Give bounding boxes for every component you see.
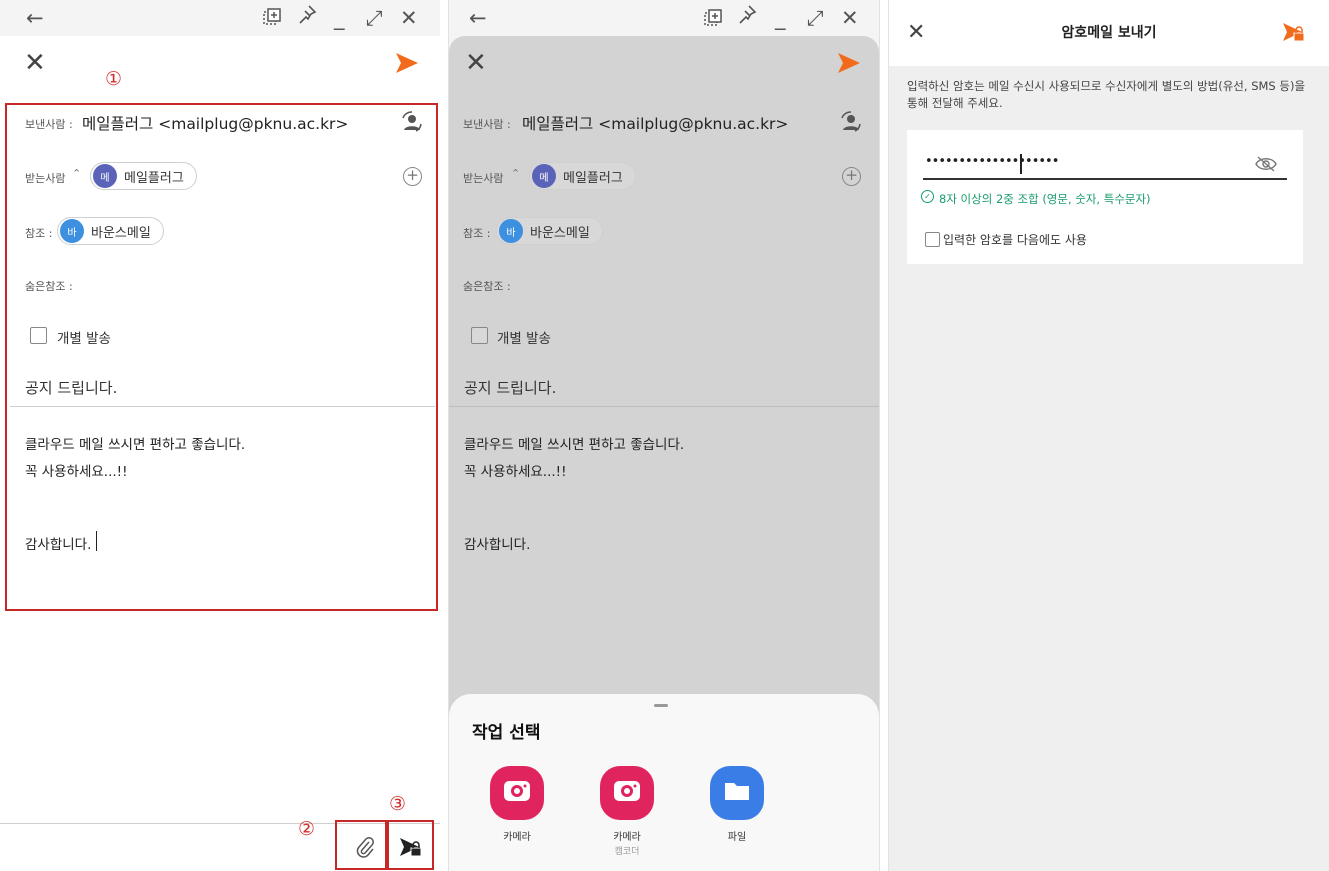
secure-send-icon[interactable] <box>1282 22 1306 48</box>
password-notice: 입력하신 암호는 메일 수신시 사용되므로 수신자에게 별도의 방법(유선, S… <box>907 79 1306 110</box>
subject-field[interactable]: 공지 드립니다. <box>464 377 556 398</box>
sender-switch-icon[interactable] <box>400 110 424 138</box>
to-label: 받는사람 <box>25 172 66 185</box>
secure-send-icon[interactable] <box>399 837 423 863</box>
add-recipient-icon[interactable]: + <box>842 167 861 186</box>
expand-icon[interactable]: ⤢ <box>807 4 824 32</box>
individual-send-label: 개별 발송 <box>497 331 551 347</box>
back-arrow-icon[interactable]: ← <box>469 4 487 32</box>
camcorder-icon <box>612 778 642 808</box>
body-line-3[interactable]: 감사합니다. <box>25 533 91 553</box>
camera-icon <box>502 778 532 808</box>
camera-label: 카메라 <box>503 832 531 843</box>
bcc-label: 숨은참조 : <box>25 280 73 293</box>
page-title: 암호메일 보내기 <box>1061 25 1157 41</box>
file-label: 파일 <box>727 832 747 843</box>
divider <box>449 406 879 407</box>
from-value: 메일플러그 <mailplug@pknu.ac.kr> <box>522 115 789 133</box>
to-chip-name: 메일플러그 <box>124 170 184 186</box>
cc-chip-name: 바운스메일 <box>530 225 590 241</box>
close-window-icon[interactable]: ✕ <box>400 4 418 32</box>
window-bar: ← _ ⤢ ✕ <box>0 0 440 36</box>
compose-panel: ← _ ⤢ ✕ ✕ ① 보낸사람 : 메일플러그 <mailplug@pknu.… <box>0 0 440 871</box>
callout-2: ② <box>298 818 316 840</box>
compose-header: ✕ <box>0 36 440 98</box>
body-line-3[interactable]: 감사합니다. <box>464 533 530 553</box>
individual-send-checkbox[interactable] <box>30 327 47 344</box>
file-app[interactable] <box>710 766 764 820</box>
individual-send-label: 개별 발송 <box>57 331 111 347</box>
check-circle-icon: ✓ <box>921 190 934 203</box>
send-icon[interactable] <box>395 52 419 78</box>
pin-icon[interactable] <box>297 4 317 33</box>
chevron-up-icon[interactable]: ⌃ <box>72 167 81 180</box>
close-compose-icon[interactable]: ✕ <box>465 48 487 78</box>
avatar: 바 <box>499 219 523 243</box>
cc-label: 참조 : <box>463 227 491 240</box>
to-chip-name: 메일플러그 <box>563 170 623 186</box>
chevron-up-icon[interactable]: ⌃ <box>511 167 520 180</box>
to-label: 받는사람 <box>463 172 504 185</box>
pin-icon[interactable] <box>737 4 757 33</box>
remember-password-label: 입력한 암호를 다음에도 사용 <box>943 233 1087 247</box>
to-chip[interactable]: 메 메일플러그 <box>90 162 197 190</box>
to-chip[interactable]: 메 메일플러그 <box>529 162 636 190</box>
expand-icon[interactable]: ⤢ <box>366 4 383 32</box>
action-sheet-title: 작업 선택 <box>472 723 541 743</box>
camcorder-label: 카메라 <box>613 832 641 843</box>
camcorder-app[interactable] <box>600 766 654 820</box>
camera-app[interactable] <box>490 766 544 820</box>
subject-field[interactable]: 공지 드립니다. <box>25 377 117 398</box>
body-line-2[interactable]: 꼭 사용하세요...!! <box>464 460 567 480</box>
eye-off-icon[interactable] <box>1255 156 1277 176</box>
close-compose-icon[interactable]: ✕ <box>24 48 46 78</box>
action-sheet: 작업 선택 카메라 카메라 캠코더 파일 <box>449 694 879 871</box>
sheet-handle[interactable] <box>654 704 668 707</box>
remember-password-checkbox[interactable] <box>925 232 940 247</box>
callout-3: ③ <box>389 793 407 815</box>
divider <box>10 406 435 407</box>
avatar: 메 <box>532 164 556 188</box>
password-underline <box>923 178 1287 180</box>
cc-chip[interactable]: 바 바운스메일 <box>496 217 603 245</box>
close-window-icon[interactable]: ✕ <box>841 4 859 32</box>
text-caret <box>96 531 97 551</box>
window-bar: ← _ ⤢ ✕ <box>449 0 879 36</box>
password-card: •••••••••••••••••••• ✓ 8자 이상의 2중 조합 (영문,… <box>907 130 1303 264</box>
individual-send-checkbox[interactable] <box>471 327 488 344</box>
compose-panel-with-sheet: ← _ ⤢ ✕ ✕ 보낸사람 : 메일플러그 <mailplug@pknu.ac… <box>448 0 880 871</box>
popup-window-icon[interactable] <box>262 8 282 37</box>
popup-window-icon[interactable] <box>703 8 723 36</box>
text-caret <box>1020 154 1022 174</box>
folder-icon <box>722 778 752 808</box>
send-icon[interactable] <box>837 52 861 78</box>
password-mail-panel: ✕ 암호메일 보내기 입력하신 암호는 메일 수신시 사용되므로 수신자에게 별… <box>888 0 1329 871</box>
from-label: 보낸사람 : <box>463 118 511 131</box>
cc-chip[interactable]: 바 바운스메일 <box>57 217 164 245</box>
cc-chip-name: 바운스메일 <box>91 225 151 241</box>
camcorder-sublabel: 캠코더 <box>614 847 640 857</box>
sender-switch-icon[interactable] <box>839 110 863 138</box>
body-line-1[interactable]: 클라우드 메일 쓰시면 편하고 좋습니다. <box>25 433 245 453</box>
body-line-2[interactable]: 꼭 사용하세요...!! <box>25 460 128 480</box>
avatar: 메 <box>93 164 117 188</box>
minimize-icon[interactable]: _ <box>775 4 786 32</box>
bcc-label: 숨은참조 : <box>463 280 511 293</box>
from-value: 메일플러그 <mailplug@pknu.ac.kr> <box>82 115 349 133</box>
cc-label: 참조 : <box>25 227 53 240</box>
body-line-1[interactable]: 클라우드 메일 쓰시면 편하고 좋습니다. <box>464 433 684 453</box>
password-input[interactable]: •••••••••••••••••••• <box>925 154 1059 169</box>
password-hint: 8자 이상의 2중 조합 (영문, 숫자, 특수문자) <box>939 192 1151 206</box>
back-arrow-icon[interactable]: ← <box>26 4 44 32</box>
from-label: 보낸사람 : <box>25 118 73 131</box>
minimize-icon[interactable]: _ <box>334 4 345 32</box>
attach-icon[interactable] <box>355 836 375 862</box>
avatar: 바 <box>60 219 84 243</box>
add-recipient-icon[interactable]: + <box>403 167 422 186</box>
callout-1: ① <box>105 68 123 90</box>
